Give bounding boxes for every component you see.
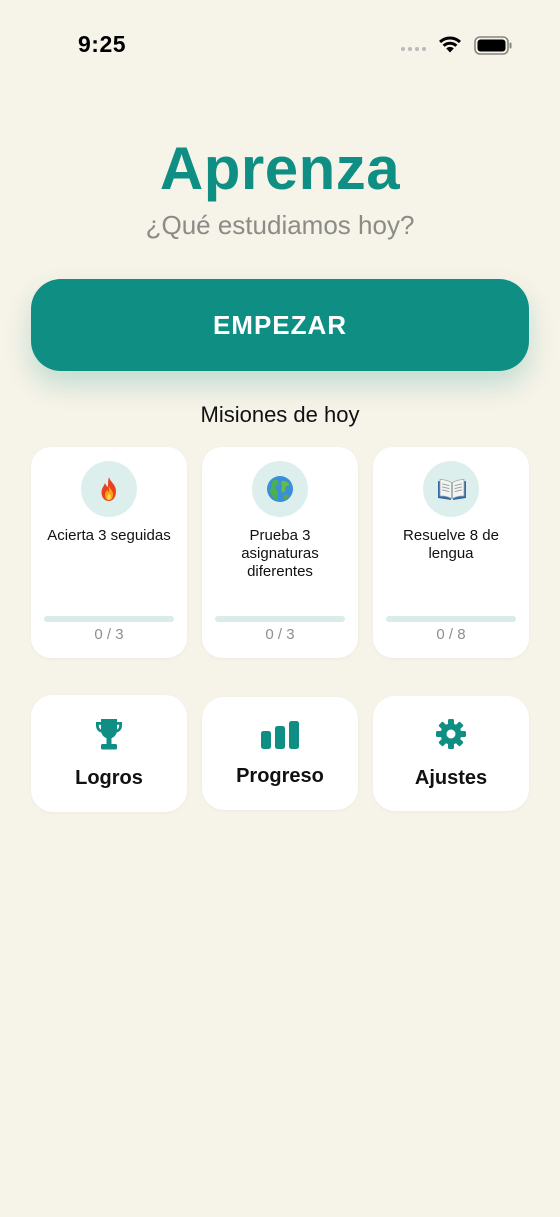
trophy-icon — [96, 719, 122, 750]
mission-progress-bar — [386, 616, 516, 622]
mission-progress-count: 0 / 8 — [436, 626, 466, 643]
progress-button[interactable]: Progreso — [202, 697, 358, 810]
bar-chart-icon — [261, 721, 299, 749]
progress-label: Progreso — [236, 765, 324, 787]
settings-label: Ajustes — [414, 767, 488, 789]
status-bar: 9:25 — [0, 0, 560, 90]
app-title: Aprenza — [159, 135, 401, 202]
settings-button[interactable]: Ajustes — [373, 696, 529, 811]
mission-text: Acierta 3 seguidas — [47, 527, 171, 544]
achievements-label: Logros — [75, 767, 143, 789]
mission-progress-bar — [215, 616, 345, 622]
open-book-icon — [438, 479, 466, 500]
mission-card-streak: Acierta 3 seguidas 0 / 3 — [31, 447, 187, 658]
mission-progress-bar — [44, 616, 174, 622]
mission-card-subjects: Prueba 3 asignaturas diferentes 0 / 3 — [202, 447, 358, 658]
globe-icon — [267, 476, 293, 502]
app-subtitle: ¿Qué estudiamos hoy? — [145, 210, 415, 240]
wifi-icon — [439, 36, 461, 53]
cellular-signal-icon — [401, 47, 426, 51]
start-button[interactable]: EMPEZAR — [31, 279, 529, 371]
gear-icon — [436, 719, 466, 749]
missions-heading: Misiones de hoy — [200, 402, 360, 427]
achievements-button[interactable]: Logros — [31, 695, 187, 812]
mission-text: Prueba 3 asignaturas diferentes — [241, 527, 319, 580]
mission-card-language: Resuelve 8 de lengua 0 / 8 — [373, 447, 529, 658]
mission-progress-count: 0 / 3 — [94, 626, 124, 643]
fire-icon — [101, 477, 116, 501]
battery-icon — [474, 36, 512, 55]
mission-progress-count: 0 / 3 — [265, 626, 295, 643]
mission-text: Resuelve 8 de lengua — [403, 527, 499, 562]
status-time: 9:25 — [78, 31, 127, 57]
